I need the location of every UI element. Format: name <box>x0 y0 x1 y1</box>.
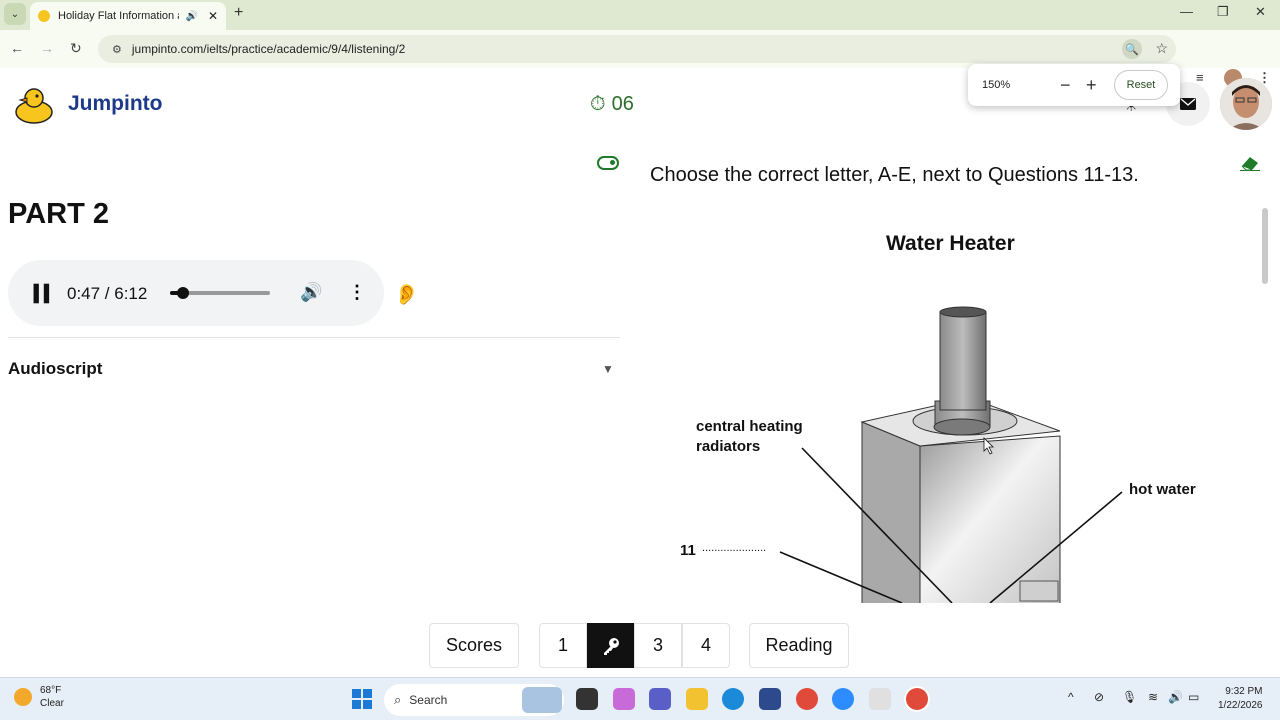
address-bar[interactable]: ⚙ jumpinto.com/ielts/practice/academic/9… <box>98 35 1176 63</box>
audio-time: 0:47 / 6:12 <box>67 284 148 303</box>
clock[interactable]: 9:32 PM 1/22/2026 <box>1218 685 1263 713</box>
pause-icon[interactable]: ▍▍ <box>34 284 57 304</box>
minimize-button[interactable]: — <box>1180 4 1193 19</box>
part-2-button[interactable] <box>587 623 634 668</box>
site-info-icon[interactable]: ⚙ <box>112 43 122 56</box>
user-photo-icon <box>1220 78 1272 130</box>
zoom-app-icon[interactable] <box>832 688 854 710</box>
close-tab-icon[interactable]: ✕ <box>208 9 218 23</box>
user-avatar[interactable] <box>1220 78 1272 130</box>
envelope-icon <box>1180 98 1196 110</box>
divider <box>8 337 620 338</box>
search-highlight-image <box>522 687 562 713</box>
label-central-heating: central heating <box>696 418 803 435</box>
zoom-in-button[interactable]: + <box>1086 75 1097 96</box>
favicon-icon <box>38 10 50 22</box>
part-3-button[interactable]: 3 <box>634 623 682 668</box>
address-toolbar: ← → ↻ ⚙ jumpinto.com/ielts/practice/acad… <box>0 30 1280 87</box>
tab-title: Holiday Flat Information an <box>58 10 180 22</box>
stopwatch-icon: ⏱ <box>590 93 606 115</box>
highlight-toggle[interactable] <box>597 156 619 170</box>
search-icon: ⌕ <box>394 692 402 707</box>
back-arrow-icon[interactable]: ← <box>10 40 24 56</box>
file-explorer-icon[interactable] <box>686 688 708 710</box>
scrollbar-thumb[interactable] <box>1262 208 1268 284</box>
tab-search-menu-button[interactable]: ⌄ <box>4 3 26 25</box>
teams-icon[interactable] <box>649 688 671 710</box>
weather-condition: Clear <box>40 698 64 709</box>
search-placeholder: Search <box>409 693 448 707</box>
audio-progress-slider[interactable] <box>170 287 270 299</box>
question-11-number: 11 <box>680 542 696 559</box>
part-title: PART 2 <box>8 198 109 230</box>
task-view-icon[interactable] <box>576 688 598 710</box>
new-tab-button[interactable]: + <box>234 4 243 22</box>
bookmark-star-icon[interactable]: ☆ <box>1155 40 1168 57</box>
brand-name[interactable]: Jumpinto <box>68 92 163 116</box>
scores-button[interactable]: Scores <box>429 623 519 668</box>
timer-value: 06 <box>611 93 634 115</box>
zoom-icon[interactable]: 🔍 <box>1122 39 1142 59</box>
timer: ⏱ 06 <box>590 93 634 116</box>
part-1-button[interactable]: 1 <box>539 623 587 668</box>
more-options-icon[interactable]: ⋮ <box>348 282 366 303</box>
reload-icon[interactable]: ↻ <box>70 40 82 57</box>
part-4-button[interactable]: 4 <box>682 623 730 668</box>
audioscript-toggle[interactable]: Audioscript <box>8 359 102 379</box>
reading-button[interactable]: Reading <box>749 623 849 668</box>
speaker-tray-icon[interactable]: 🔊 <box>1168 690 1183 704</box>
microphone-icon[interactable]: 🎙 <box>1122 690 1137 704</box>
label-hot-water: hot water <box>1129 481 1196 498</box>
browser-tab[interactable]: Holiday Flat Information an 🔊 ✕ <box>30 2 226 30</box>
media-controls-icon[interactable]: ≡ <box>1196 70 1204 85</box>
key-icon <box>603 637 619 655</box>
close-window-button[interactable]: ✕ <box>1255 4 1266 20</box>
forward-arrow-icon[interactable]: → <box>40 40 54 56</box>
chevron-down-icon[interactable]: ▼ <box>602 362 614 376</box>
question-pane: Choose the correct letter, A-E, next to … <box>640 146 1260 603</box>
weather-widget[interactable]: 68°F Clear <box>14 684 64 710</box>
zoom-reset-button[interactable]: Reset <box>1114 70 1168 100</box>
restore-button[interactable]: ❐ <box>1217 4 1229 20</box>
label-radiators: radiators <box>696 438 761 455</box>
volume-icon[interactable]: 🔊 <box>300 282 322 303</box>
url-text: jumpinto.com/ielts/practice/academic/9/4… <box>131 42 406 56</box>
audio-progress-knob[interactable] <box>177 287 189 299</box>
hearing-assist-icon[interactable]: 👂 <box>394 282 419 307</box>
windows-taskbar: 68°F Clear ⌕ Search ^ ⊘ 🎙 ≋ 🔊 ▭ 9:32 PM … <box>0 677 1280 720</box>
tray-chevron-icon[interactable]: ^ <box>1068 690 1074 704</box>
duck-logo-icon[interactable] <box>12 86 54 124</box>
copilot-icon[interactable] <box>613 688 635 710</box>
zoom-level: 150% <box>982 79 1011 91</box>
edge-icon[interactable] <box>722 688 744 710</box>
zoom-out-button[interactable]: − <box>1060 75 1071 96</box>
weather-temp: 68°F <box>40 685 62 696</box>
wifi-icon[interactable]: ≋ <box>1148 690 1158 704</box>
chrome-profile-icon[interactable] <box>906 688 928 710</box>
clock-date: 1/22/2026 <box>1218 700 1263 711</box>
sync-off-icon[interactable]: ⊘ <box>1094 690 1104 704</box>
water-heater-diagram <box>779 306 1123 603</box>
snipping-tool-icon[interactable] <box>869 688 891 710</box>
clock-time: 9:32 PM <box>1225 686 1263 697</box>
taskbar-search[interactable]: ⌕ Search <box>384 684 564 716</box>
moon-icon <box>14 688 32 706</box>
store-icon[interactable] <box>759 688 781 710</box>
browser-tab-bar: ⌄ Holiday Flat Information an 🔊 ✕ + — ❐ … <box>0 0 1280 30</box>
zoom-popup: 150% − + Reset <box>968 64 1180 106</box>
battery-icon[interactable]: ▭ <box>1188 690 1199 704</box>
question-11-blank[interactable]: ..................... <box>702 542 766 554</box>
windows-start-icon[interactable] <box>352 689 372 709</box>
chrome-icon[interactable] <box>796 688 818 710</box>
audio-player: ▍▍ 0:47 / 6:12 🔊 ⋮ <box>8 260 384 326</box>
speaker-icon[interactable]: 🔊 <box>185 11 197 22</box>
